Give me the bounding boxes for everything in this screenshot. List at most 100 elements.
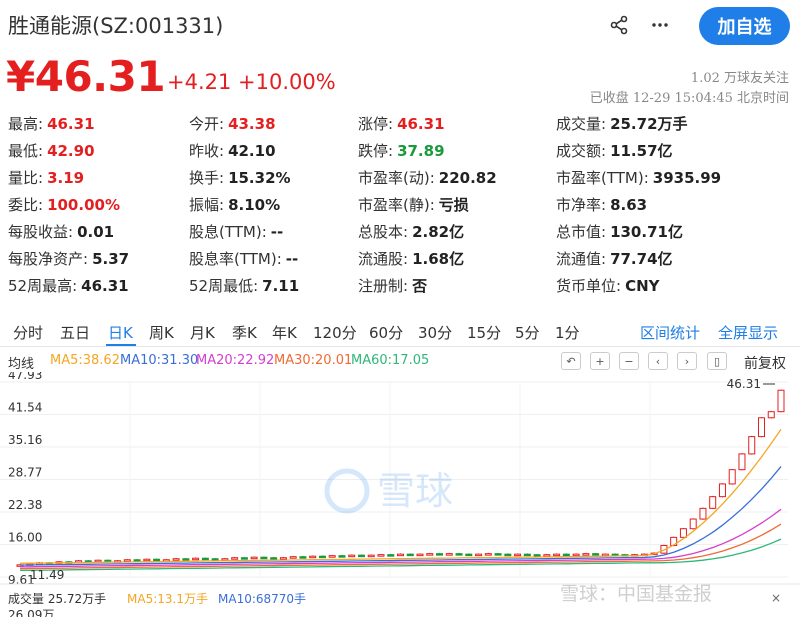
metric-label: 货币单位: bbox=[556, 277, 622, 295]
metric-label: 每股收益: bbox=[8, 223, 74, 241]
candle-body bbox=[387, 554, 395, 557]
adjustment-selector[interactable]: 前复权 bbox=[744, 353, 786, 373]
metric-value: 46.31 bbox=[397, 115, 445, 133]
metric-label: 市盈率(动): bbox=[358, 169, 435, 187]
metric-label: 换手: bbox=[189, 169, 225, 187]
tab-period[interactable]: 分时 bbox=[13, 322, 43, 343]
metric-cell: 换手: 15.32% bbox=[189, 167, 291, 188]
prev-icon[interactable]: ‹ bbox=[648, 352, 668, 370]
candle-body bbox=[582, 553, 590, 556]
tabs-divider bbox=[0, 346, 800, 347]
candle-icon[interactable]: ▯ bbox=[707, 352, 727, 370]
candle-body bbox=[572, 553, 580, 557]
candle-body bbox=[260, 556, 268, 560]
candle-body bbox=[426, 553, 434, 556]
candle-body bbox=[601, 553, 609, 557]
metric-label: 跌停: bbox=[358, 142, 394, 160]
header: 胜通能源(SZ:001331) 加自选 bbox=[0, 0, 800, 50]
metric-label: 昨收: bbox=[189, 142, 225, 160]
zoom-in-icon[interactable]: + bbox=[590, 352, 610, 370]
share-icon[interactable] bbox=[606, 12, 632, 38]
metric-cell: 总股本: 2.82亿 bbox=[358, 221, 464, 242]
more-icon[interactable] bbox=[647, 12, 673, 38]
candle-body bbox=[465, 553, 473, 557]
interval-stats-link[interactable]: 区间统计 bbox=[640, 322, 700, 343]
tab-period[interactable]: 15分 bbox=[467, 322, 501, 343]
candle-body bbox=[357, 554, 365, 558]
tab-period[interactable]: 30分 bbox=[418, 322, 452, 343]
candle-body bbox=[123, 559, 131, 562]
tab-period[interactable]: 60分 bbox=[369, 322, 403, 343]
tab-period[interactable]: 五日 bbox=[60, 322, 90, 343]
tab-period[interactable]: 120分 bbox=[313, 322, 357, 343]
metrics-row: 委比: 100.00% 振幅: 8.10% 市盈率(静): 亏损 市净率: 8.63 bbox=[0, 194, 800, 221]
candle-body bbox=[455, 553, 463, 556]
candle-body bbox=[514, 553, 522, 557]
metric-label: 振幅: bbox=[189, 196, 225, 214]
ma-legend-bar: 均线 前复权 MA5:38.62 MA10:31.30 MA20:22.92 MA30… bbox=[0, 351, 800, 373]
candle-body bbox=[484, 553, 492, 556]
metric-value: 1.68亿 bbox=[412, 250, 465, 268]
metric-value: 77.74亿 bbox=[610, 250, 673, 268]
metric-value: -- bbox=[270, 223, 284, 241]
candle-body bbox=[299, 556, 307, 559]
next-icon[interactable]: › bbox=[677, 352, 697, 370]
metric-value: 3.19 bbox=[47, 169, 85, 187]
candle-body bbox=[533, 554, 541, 557]
metric-cell: 注册制: 否 bbox=[358, 275, 427, 296]
metrics-row: 量比: 3.19 换手: 15.32% 市盈率(动): 220.82 市盈率(TTM): 39… bbox=[0, 167, 800, 194]
tab-period[interactable]: 5分 bbox=[515, 322, 540, 343]
undo-icon[interactable]: ↶ bbox=[561, 352, 581, 370]
metric-label: 股息率(TTM): bbox=[189, 250, 282, 268]
candle-body bbox=[748, 436, 756, 455]
volume-tick-label: 26.09万 bbox=[8, 608, 54, 617]
volume-ma10: MA10:68770手 bbox=[218, 592, 306, 606]
candle-body bbox=[728, 469, 736, 485]
candle-body bbox=[767, 411, 775, 419]
ma-legend-item: MA10:31.30 bbox=[120, 353, 199, 368]
metric-value: 2.82亿 bbox=[412, 223, 465, 241]
metric-label: 最高: bbox=[8, 115, 44, 133]
tab-period[interactable]: 周K bbox=[149, 322, 174, 343]
max-price-label: 46.31 bbox=[727, 377, 761, 391]
y-tick-label: 16.00 bbox=[8, 530, 42, 544]
volume-ma5: MA5:13.1万手 bbox=[127, 592, 208, 606]
metric-cell: 货币单位: CNY bbox=[556, 275, 660, 296]
metric-label: 总股本: bbox=[358, 223, 409, 241]
candle-body bbox=[777, 389, 785, 413]
current-price: ¥46.31 bbox=[6, 52, 166, 101]
metric-value: 130.71亿 bbox=[610, 223, 683, 241]
candle-body bbox=[231, 557, 239, 560]
kline-svg[interactable]: 47.9341.5435.1628.7722.3816.009.61雪球46.3… bbox=[0, 368, 800, 621]
metric-cell: 市净率: 8.63 bbox=[556, 194, 647, 215]
candle-body bbox=[153, 558, 161, 562]
metric-value: 亏损 bbox=[438, 196, 469, 214]
stock-name: 胜通能源(SZ:001331) bbox=[8, 14, 224, 38]
fullscreen-link[interactable]: 全屏显示 bbox=[718, 322, 778, 343]
kline-chart[interactable]: 47.93 41.54 35.16 28.77 22.38 16.00 9.61 雪球 46.3… bbox=[0, 368, 800, 621]
metric-value: 7.11 bbox=[262, 277, 300, 295]
tab-period[interactable]: 季K bbox=[232, 322, 257, 343]
tab-period[interactable]: 1分 bbox=[555, 322, 580, 343]
zoom-out-icon[interactable]: − bbox=[619, 352, 639, 370]
watermark-text: 雪球 bbox=[377, 469, 453, 513]
tab-period[interactable]: 月K bbox=[190, 322, 215, 343]
metric-value: 220.82 bbox=[438, 169, 497, 187]
tab-period[interactable]: 日K bbox=[108, 322, 133, 343]
followers-count: 1.02 万球友关注 bbox=[690, 71, 789, 86]
candle-body bbox=[240, 557, 248, 560]
candle-body bbox=[738, 453, 746, 471]
metrics-row: 52周最高: 46.31 52周最低: 7.11 注册制: 否 货币单位: CNY bbox=[0, 275, 800, 302]
metric-cell: 52周最低: 7.11 bbox=[189, 275, 299, 296]
metrics-row: 最高: 46.31 今开: 43.38 涨停: 46.31 成交量: 25.72万手 bbox=[0, 113, 800, 140]
candle-body bbox=[328, 555, 336, 558]
tab-period[interactable]: 年K bbox=[272, 322, 297, 343]
metric-value: -- bbox=[285, 250, 299, 268]
candle-body bbox=[592, 553, 600, 556]
add-to-watchlist-button[interactable]: 加自选 bbox=[699, 7, 790, 45]
candle-body bbox=[562, 553, 570, 557]
metric-label: 量比: bbox=[8, 169, 44, 187]
metric-cell: 跌停: 37.89 bbox=[358, 140, 445, 161]
candle-body bbox=[192, 557, 200, 561]
metric-cell: 股息(TTM): -- bbox=[189, 221, 283, 242]
